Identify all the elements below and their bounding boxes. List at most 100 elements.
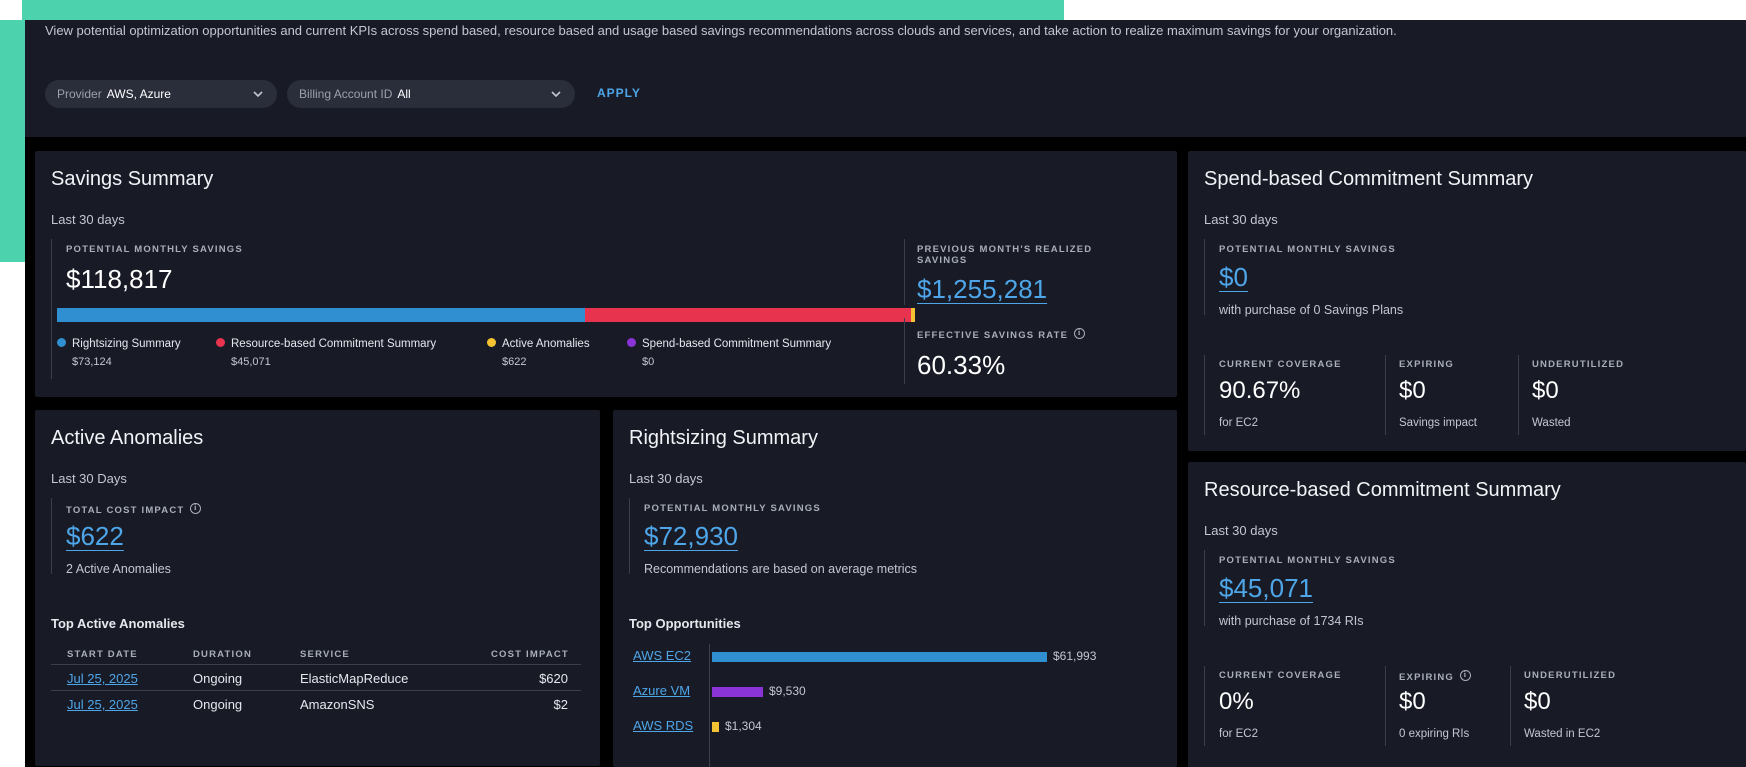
divider xyxy=(51,498,52,574)
potential-savings-label: POTENTIAL MONTHLY SAVINGS xyxy=(644,503,821,514)
anomaly-duration: Ongoing xyxy=(193,671,243,686)
opportunity-value: $1,304 xyxy=(725,719,762,733)
potential-savings-label: POTENTIAL MONTHLY SAVINGS xyxy=(1219,555,1396,566)
expiring-note: Savings impact xyxy=(1399,417,1477,429)
expiring-value: $0 xyxy=(1399,688,1426,715)
expiring-label: EXPIRING xyxy=(1399,359,1454,370)
info-icon[interactable] xyxy=(1460,670,1471,681)
anomaly-cost-impact: $620 xyxy=(539,671,568,686)
filter-bar: View potential optimization opportunitie… xyxy=(25,20,1746,137)
column-header-start-date: START DATE xyxy=(67,649,138,660)
top-anomalies-heading: Top Active Anomalies xyxy=(51,616,185,631)
divider xyxy=(51,690,581,691)
billing-account-filter[interactable]: Billing Account ID All xyxy=(287,80,575,108)
divider xyxy=(904,239,905,305)
card-period: Last 30 days xyxy=(1204,523,1278,538)
anomaly-duration: Ongoing xyxy=(193,697,243,712)
divider xyxy=(1204,550,1205,626)
opportunity-value: $61,993 xyxy=(1053,649,1097,663)
apply-button[interactable]: APPLY xyxy=(597,86,641,100)
opportunity-bar xyxy=(712,687,763,697)
divider xyxy=(629,498,630,574)
anomaly-service: ElasticMapReduce xyxy=(300,671,409,686)
underutilized-label: UNDERUTILIZED xyxy=(1532,359,1625,370)
anomaly-cost-impact: $2 xyxy=(553,697,568,712)
potential-savings-label: POTENTIAL MONTHLY SAVINGS xyxy=(66,244,243,255)
potential-savings-note: with purchase of 0 Savings Plans xyxy=(1219,303,1404,317)
column-header-cost-impact: COST IMPACT xyxy=(491,649,569,660)
cost-impact-label: TOTAL COST IMPACT xyxy=(66,503,202,516)
potential-savings-link[interactable]: $0 xyxy=(1219,262,1248,293)
underutilized-label: UNDERUTILIZED xyxy=(1524,670,1617,681)
divider xyxy=(51,239,52,379)
divider xyxy=(904,318,905,384)
legend-spend-commitment: Spend-based Commitment Summary $0 xyxy=(627,338,831,368)
active-anomalies-count: 2 Active Anomalies xyxy=(66,562,171,576)
divider xyxy=(1385,666,1386,746)
underutilized-note: Wasted in EC2 xyxy=(1524,728,1601,740)
opportunity-value: $9,530 xyxy=(769,684,806,698)
coverage-note: for EC2 xyxy=(1219,417,1258,429)
savings-rate-value: 60.33% xyxy=(917,350,1006,380)
billing-account-filter-label: Billing Account ID xyxy=(299,87,393,101)
previous-savings-link[interactable]: $1,255,281 xyxy=(917,274,1047,305)
anomaly-start-date-link[interactable]: Jul 25, 2025 xyxy=(67,671,138,686)
cost-impact-link[interactable]: $622 xyxy=(66,521,124,552)
expiring-value: $0 xyxy=(1399,377,1426,404)
expiring-label: EXPIRING xyxy=(1399,670,1471,683)
coverage-value: 90.67% xyxy=(1219,377,1301,404)
chevron-down-icon xyxy=(253,91,263,98)
divider xyxy=(1204,239,1205,315)
legend-dot xyxy=(487,338,496,347)
anomaly-start-date-link[interactable]: Jul 25, 2025 xyxy=(67,697,138,712)
divider xyxy=(1510,666,1511,746)
card-period: Last 30 days xyxy=(629,471,703,486)
underutilized-value: $0 xyxy=(1532,377,1559,404)
divider xyxy=(51,664,581,665)
active-anomalies-card: Active Anomalies Last 30 Days TOTAL COST… xyxy=(35,410,600,766)
opportunity-link[interactable]: AWS EC2 xyxy=(633,648,691,663)
dashboard: View potential optimization opportunitie… xyxy=(25,20,1746,767)
savings-summary-card: Savings Summary Last 30 days POTENTIAL M… xyxy=(35,151,1177,397)
decorative-band-left xyxy=(0,20,25,262)
top-opportunities-heading: Top Opportunities xyxy=(629,616,741,631)
provider-filter[interactable]: Provider AWS, Azure xyxy=(45,80,277,108)
column-header-duration: DURATION xyxy=(193,649,253,660)
info-icon[interactable] xyxy=(1074,328,1086,339)
bar-segment-rightsizing xyxy=(57,308,586,322)
card-title: Savings Summary xyxy=(51,168,214,190)
legend-rightsizing: Rightsizing Summary $73,124 xyxy=(57,338,181,368)
resource-commitment-card: Resource-based Commitment Summary Last 3… xyxy=(1188,462,1746,767)
spend-commitment-card: Spend-based Commitment Summary Last 30 d… xyxy=(1188,151,1746,451)
opportunity-link[interactable]: AWS RDS xyxy=(633,718,693,733)
potential-savings-link[interactable]: $45,071 xyxy=(1219,573,1313,604)
provider-filter-value: AWS, Azure xyxy=(106,87,171,101)
provider-filter-label: Provider xyxy=(57,87,102,101)
savings-rate-label: EFFECTIVE SAVINGS RATE xyxy=(917,328,1086,341)
legend-dot xyxy=(57,338,66,347)
potential-savings-note: with purchase of 1734 RIs xyxy=(1219,614,1364,628)
divider xyxy=(1204,666,1205,746)
divider xyxy=(1385,355,1386,435)
opportunity-link[interactable]: Azure VM xyxy=(633,683,690,698)
decorative-band-top xyxy=(22,0,1064,20)
info-icon[interactable] xyxy=(190,503,202,514)
card-title: Spend-based Commitment Summary xyxy=(1204,168,1534,190)
card-title: Rightsizing Summary xyxy=(629,427,818,449)
card-period: Last 30 days xyxy=(51,212,125,227)
legend-dot xyxy=(627,338,636,347)
page-description: View potential optimization opportunitie… xyxy=(45,23,1397,38)
coverage-label: CURRENT COVERAGE xyxy=(1219,670,1342,681)
anomaly-service: AmazonSNS xyxy=(300,697,375,712)
chevron-down-icon xyxy=(551,91,561,98)
column-header-service: SERVICE xyxy=(300,649,350,660)
potential-savings-link[interactable]: $72,930 xyxy=(644,521,738,552)
legend-dot xyxy=(216,338,225,347)
opportunity-bar xyxy=(712,652,1047,662)
potential-savings-value: $118,817 xyxy=(66,264,173,294)
expiring-note: 0 expiring RIs xyxy=(1399,728,1470,740)
coverage-note: for EC2 xyxy=(1219,728,1258,740)
card-title: Resource-based Commitment Summary xyxy=(1204,479,1561,501)
divider xyxy=(1204,355,1205,435)
potential-savings-note: Recommendations are based on average met… xyxy=(644,562,918,576)
